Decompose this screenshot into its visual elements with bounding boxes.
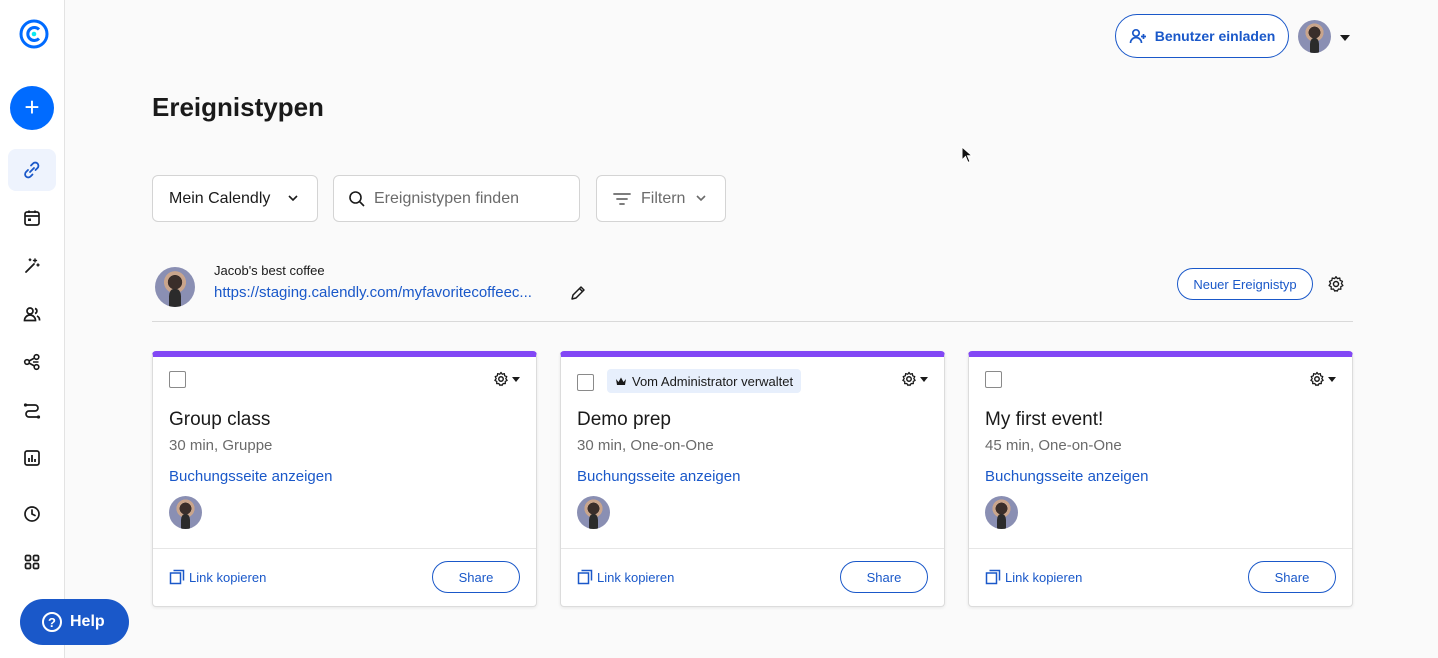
sidebar-item-integrations[interactable]	[8, 341, 56, 383]
help-button[interactable]: ? Help	[20, 599, 129, 645]
copy-link-label: Link kopieren	[597, 569, 675, 585]
sidebar-item-analytics[interactable]	[8, 437, 56, 479]
filter-icon	[613, 192, 631, 205]
profile-name: Jacob's best coffee	[214, 263, 325, 278]
copy-icon	[577, 569, 593, 585]
help-label: Help	[70, 613, 105, 630]
pencil-icon[interactable]	[569, 284, 587, 302]
gear-icon[interactable]	[1327, 275, 1345, 293]
apps-grid-icon	[24, 554, 40, 570]
gear-icon	[1310, 371, 1324, 387]
caret-down-icon	[1328, 376, 1336, 382]
calendly-logo[interactable]	[18, 18, 50, 50]
view-booking-page-link[interactable]: Buchungsseite anzeigen	[577, 468, 740, 485]
copy-icon	[985, 569, 1001, 585]
filter-button[interactable]: Filtern	[596, 175, 726, 222]
share-button[interactable]: Share	[840, 561, 928, 593]
page-title: Ereignistypen	[152, 92, 324, 122]
magic-wand-icon	[25, 258, 40, 273]
invite-users-button[interactable]: Benutzer einladen	[1115, 14, 1289, 58]
copy-icon	[169, 569, 185, 585]
search-input[interactable]	[374, 189, 564, 208]
clock-icon	[24, 506, 40, 522]
search-icon	[349, 190, 365, 207]
sidebar-item-scheduling[interactable]	[8, 149, 56, 191]
event-select-checkbox[interactable]	[169, 371, 186, 388]
crown-icon	[616, 377, 626, 385]
sidebar-item-routing[interactable]	[8, 389, 56, 431]
host-avatar	[577, 496, 610, 529]
caret-down-icon	[512, 376, 520, 382]
event-type-card: Vom Administrator verwaltet Demo prep 30…	[560, 351, 945, 607]
sidebar-item-apps[interactable]	[8, 541, 56, 583]
event-title: My first event!	[985, 409, 1104, 430]
event-meta: 30 min, One-on-One	[577, 437, 714, 454]
account-menu-caret-icon[interactable]	[1340, 35, 1350, 41]
sidebar-item-availability[interactable]	[8, 493, 56, 535]
event-type-card: My first event! 45 min, One-on-One Buchu…	[968, 351, 1353, 607]
card-divider	[153, 548, 536, 549]
calendar-icon	[24, 210, 40, 226]
host-avatar	[985, 496, 1018, 529]
user-avatar[interactable]	[1298, 20, 1331, 53]
profile-avatar	[155, 267, 195, 307]
card-divider	[561, 548, 944, 549]
calendly-scope-value: Mein Calendly	[169, 189, 271, 207]
chevron-down-icon	[288, 195, 298, 202]
event-type-card: Group class 30 min, Gruppe Buchungsseite…	[152, 351, 537, 607]
create-button[interactable]: +	[10, 86, 54, 130]
admin-managed-label: Vom Administrator verwaltet	[632, 373, 794, 389]
help-icon: ?	[42, 612, 62, 632]
event-meta: 45 min, One-on-One	[985, 437, 1122, 454]
caret-down-icon	[920, 376, 928, 382]
calendly-scope-select[interactable]: Mein Calendly	[152, 175, 318, 222]
mouse-pointer-icon	[961, 146, 973, 164]
share-nodes-icon	[23, 353, 40, 371]
filter-label: Filtern	[641, 189, 686, 207]
new-event-type-button[interactable]: Neuer Ereignistyp	[1177, 268, 1313, 300]
sidebar-item-contacts[interactable]	[8, 293, 56, 335]
event-select-checkbox[interactable]	[985, 371, 1002, 388]
people-icon	[23, 307, 41, 322]
copy-link-label: Link kopieren	[189, 569, 267, 585]
event-meta: 30 min, Gruppe	[169, 437, 273, 454]
sidebar: +	[0, 0, 65, 658]
gear-icon	[902, 371, 916, 387]
event-title: Demo prep	[577, 409, 671, 430]
copy-link-button[interactable]: Link kopieren	[169, 569, 266, 585]
admin-managed-badge: Vom Administrator verwaltet	[607, 369, 802, 393]
sidebar-item-meetings[interactable]	[8, 197, 56, 239]
routing-icon	[23, 403, 41, 419]
share-button[interactable]: Share	[1248, 561, 1336, 593]
analytics-icon	[24, 450, 40, 466]
host-avatar	[169, 496, 202, 529]
event-type-search[interactable]	[333, 175, 580, 222]
invite-users-label: Benutzer einladen	[1154, 28, 1276, 44]
event-settings-menu[interactable]	[493, 371, 520, 387]
profile-link[interactable]: https://staging.calendly.com/myfavoritec…	[214, 284, 532, 301]
event-title: Group class	[169, 409, 271, 430]
view-booking-page-link[interactable]: Buchungsseite anzeigen	[985, 468, 1148, 485]
add-user-icon	[1129, 28, 1146, 44]
card-divider	[969, 548, 1352, 549]
event-settings-menu[interactable]	[1309, 371, 1336, 387]
link-icon	[24, 161, 40, 179]
section-divider	[152, 321, 1353, 322]
copy-link-button[interactable]: Link kopieren	[577, 569, 674, 585]
sidebar-item-workflows[interactable]	[8, 245, 56, 287]
copy-link-label: Link kopieren	[1005, 569, 1083, 585]
event-select-checkbox[interactable]	[577, 374, 594, 391]
gear-icon	[494, 371, 508, 387]
share-button[interactable]: Share	[432, 561, 520, 593]
event-settings-menu[interactable]	[901, 371, 928, 387]
chevron-down-icon	[696, 195, 706, 202]
copy-link-button[interactable]: Link kopieren	[985, 569, 1082, 585]
view-booking-page-link[interactable]: Buchungsseite anzeigen	[169, 468, 332, 485]
